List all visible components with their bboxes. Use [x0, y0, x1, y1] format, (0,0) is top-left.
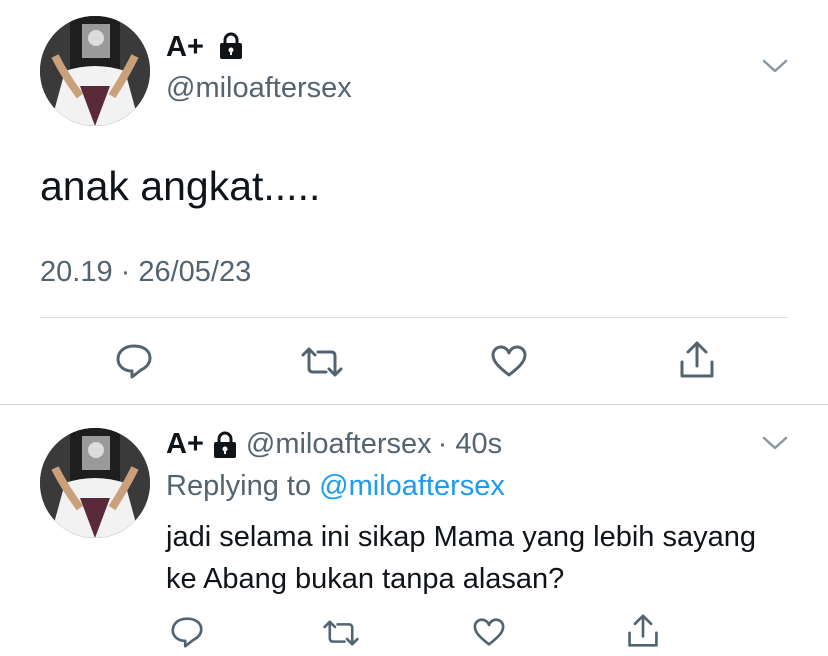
- avatar[interactable]: [40, 16, 150, 126]
- like-icon[interactable]: [472, 617, 506, 647]
- display-name[interactable]: A+: [166, 428, 204, 461]
- divider: [40, 317, 788, 318]
- retweet-icon[interactable]: [322, 619, 360, 647]
- like-icon[interactable]: [490, 344, 528, 378]
- lock-icon: [212, 431, 238, 459]
- replying-prefix: Replying to: [166, 470, 312, 502]
- reply-time[interactable]: · 40s: [438, 428, 502, 461]
- reply-header: A+ @miloaftersex · 40s: [166, 428, 502, 461]
- chevron-down-icon[interactable]: [762, 435, 788, 451]
- retweet-icon[interactable]: [300, 346, 344, 378]
- lock-icon: [218, 32, 244, 60]
- avatar-image: [40, 16, 150, 126]
- chevron-down-icon[interactable]: [762, 58, 788, 74]
- reply-icon[interactable]: [170, 616, 204, 648]
- tweet-separator: [0, 404, 828, 405]
- user-handle[interactable]: @miloaftersex: [246, 428, 432, 461]
- user-handle[interactable]: @miloaftersex: [166, 72, 352, 105]
- share-icon[interactable]: [678, 340, 716, 380]
- share-icon[interactable]: [626, 613, 660, 649]
- display-name[interactable]: A+: [166, 31, 204, 64]
- reply-text: jadi selama ini sikap Mama yang lebih sa…: [166, 521, 756, 595]
- avatar[interactable]: [40, 428, 150, 538]
- replying-handle-link[interactable]: @miloaftersex: [319, 470, 505, 502]
- tweet-text: anak angkat.....: [40, 163, 321, 209]
- timestamp[interactable]: 20.19 · 26/05/23: [40, 256, 251, 289]
- reply-icon[interactable]: [115, 343, 153, 379]
- avatar-image: [40, 428, 150, 538]
- replying-to: Replying to @miloaftersex: [166, 470, 505, 503]
